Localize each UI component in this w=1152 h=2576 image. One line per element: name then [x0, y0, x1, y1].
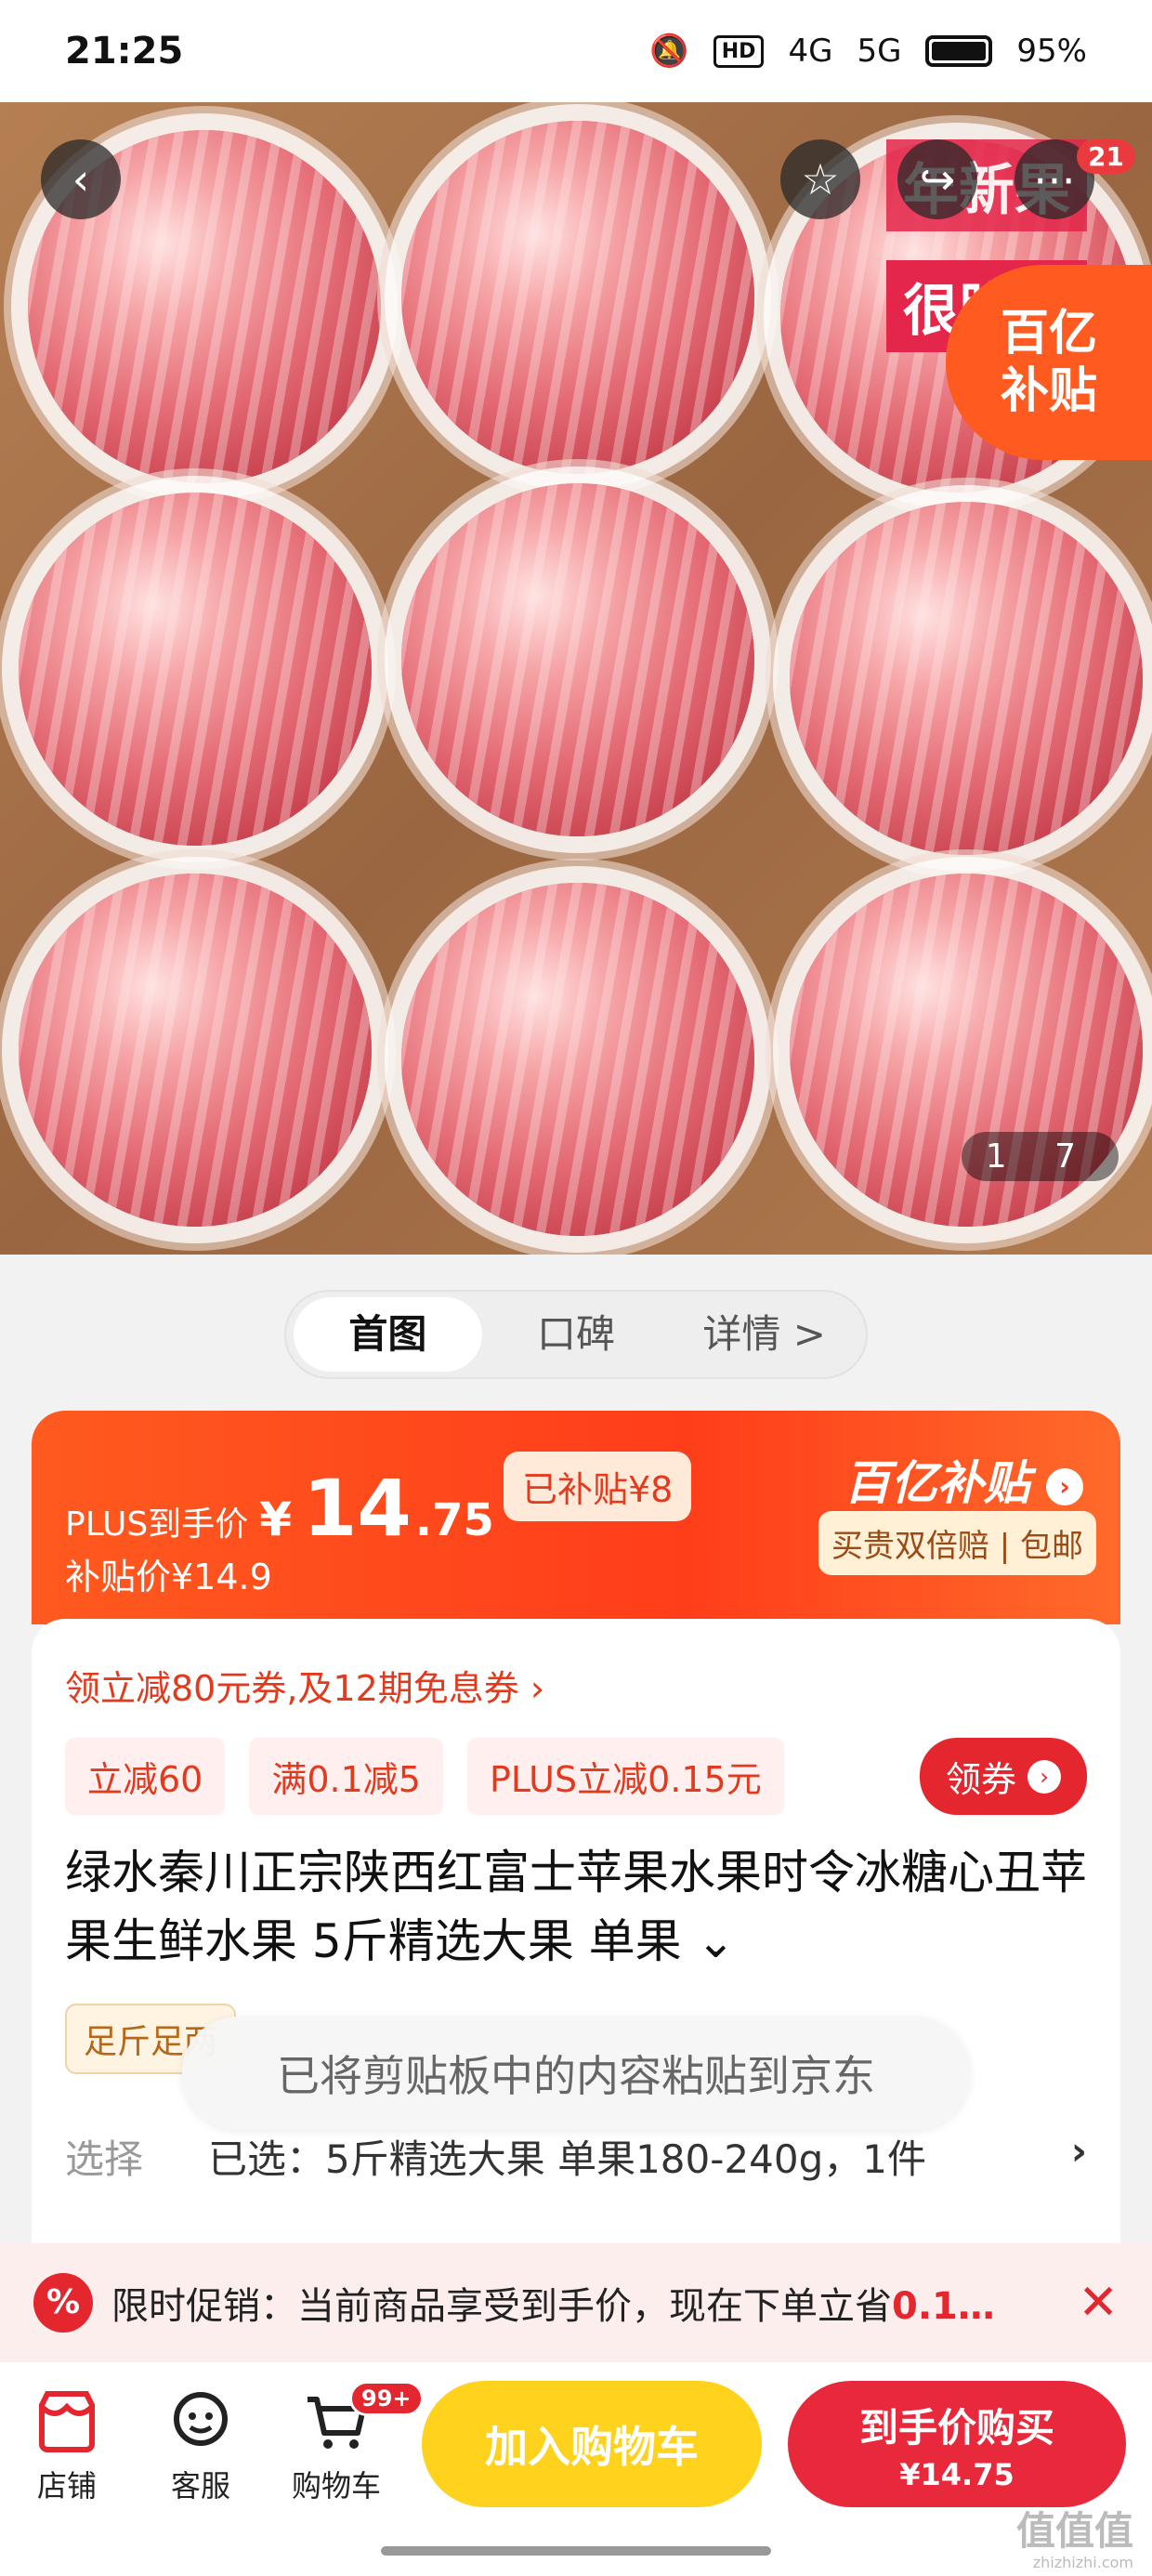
apple-image	[19, 493, 372, 846]
status-time: 21:25	[65, 30, 184, 72]
buy-now-button[interactable]: 到手价购买 ¥14.75	[788, 2381, 1126, 2507]
watermark: 值值值	[1015, 2508, 1133, 2554]
apple-image	[19, 874, 372, 1227]
discount-tags: 立减60 满0.1减5 PLUS立减0.15元	[65, 1738, 784, 1815]
subsidy-badge-line2: 补贴	[1000, 363, 1097, 419]
battery-level: 95%	[1016, 33, 1087, 70]
subsidy-badge-line1: 百亿	[1000, 305, 1097, 361]
home-indicator[interactable]	[381, 2546, 771, 2556]
discount-tag: PLUS立减0.15元	[466, 1738, 784, 1815]
chevron-right-icon: ›	[1046, 1467, 1083, 1505]
discount-tag: 立减60	[65, 1738, 226, 1815]
promo-message: 限时促销：当前商品享受到手价，现在下单立省	[111, 2285, 892, 2328]
customer-service-button[interactable]: 客服	[145, 2388, 256, 2505]
product-title: 绿水秦川正宗陕西红富士苹果水果时令冰糖心丑苹果生鲜水果 5斤精选大果 单果 ⌄	[65, 1846, 1087, 1968]
price-decimal: .75	[414, 1494, 494, 1546]
image-counter: 1 7	[961, 1132, 1119, 1181]
apple-image	[401, 883, 754, 1236]
apple-image	[401, 121, 754, 474]
add-to-cart-button[interactable]: 加入购物车	[422, 2381, 762, 2507]
signal-4g-icon: 4G	[788, 33, 833, 70]
buy-label: 到手价购买	[858, 2404, 1054, 2451]
product-image-gallery[interactable]: ‹ 年新果 很脆狠 ☆ ↪ ⋯ 21 百亿 补贴 1 7	[0, 102, 1152, 1255]
tab-reviews[interactable]: 口碑	[482, 1297, 671, 1372]
store-button[interactable]: 店铺	[11, 2388, 123, 2505]
battery-icon	[925, 35, 993, 67]
brand-subsidy-label: 百亿补贴	[844, 1456, 1030, 1510]
cart-label: 购物车	[291, 2468, 381, 2504]
share-button[interactable]: ↪	[897, 139, 977, 219]
subsidy-badge: 百亿 补贴	[946, 265, 1152, 460]
price-integer: 14	[302, 1463, 412, 1554]
coupon-offer-link[interactable]: 领立减80元券,及12期免息券 ›	[65, 1660, 544, 1711]
section-tabs: 首图 口碑 详情 >	[284, 1290, 868, 1379]
discount-tag: 满0.1减5	[249, 1738, 443, 1815]
tab-details[interactable]: 详情 >	[670, 1297, 858, 1372]
percent-icon: %	[33, 2273, 93, 2333]
cart-count-badge: 99+	[349, 2381, 424, 2416]
promo-bar[interactable]: % 限时促销：当前商品享受到手价，现在下单立省0.1… ✕	[0, 2243, 1152, 2362]
get-coupon-label: 领券	[945, 1759, 1016, 1800]
notification-badge: 21	[1077, 139, 1135, 174]
apple-image	[790, 502, 1143, 855]
clipboard-toast: 已将剪贴板中的内容粘贴到京东	[182, 2017, 970, 2130]
cart-button[interactable]: 购物车 99+	[281, 2381, 424, 2505]
chevron-left-icon: ‹	[72, 154, 90, 204]
status-icons: 🔕 HD 4G 5G 95%	[649, 33, 1087, 70]
buy-price: ¥14.75	[899, 2456, 1015, 2492]
get-coupon-button[interactable]: 领券 ›	[919, 1738, 1087, 1815]
select-value: 已选：5斤精选大果 单果180-240g，1件	[208, 2136, 926, 2182]
chat-icon	[174, 2392, 228, 2446]
currency-symbol: ¥	[259, 1492, 292, 1546]
subsidized-amount: 已补贴¥8	[504, 1452, 692, 1521]
bottom-action-bar: 店铺 客服 购物车 99+ 加入购物车 到手价购买 ¥14.75	[0, 2362, 1152, 2576]
tab-main-image[interactable]: 首图	[294, 1297, 482, 1372]
promo-text: 限时促销：当前商品享受到手价，现在下单立省0.1…	[111, 2276, 1022, 2330]
store-icon	[39, 2391, 95, 2452]
chevron-right-icon: ›	[1070, 2128, 1087, 2174]
favorite-button[interactable]: ☆	[780, 139, 860, 219]
price-line: PLUS到手价 ¥ 14 .75	[65, 1463, 494, 1554]
watermark-url: zhizhizhi.com	[1032, 2554, 1133, 2571]
status-bar: 21:25 🔕 HD 4G 5G 95%	[0, 0, 1152, 102]
promo-highlight: 0.1…	[892, 2285, 995, 2328]
service-label: 客服	[170, 2468, 230, 2504]
apple-image	[401, 483, 754, 836]
subsidy-price: 补贴价¥14.9	[65, 1557, 272, 1597]
select-label: 选择	[65, 2136, 144, 2182]
back-button[interactable]: ‹	[41, 139, 121, 219]
more-icon: ⋯	[1033, 154, 1076, 204]
hd-icon: HD	[713, 34, 765, 68]
mute-icon: 🔕	[649, 33, 689, 70]
plus-price-label: PLUS到手价	[65, 1505, 249, 1544]
store-label: 店铺	[36, 2468, 97, 2504]
signal-5g-icon: 5G	[857, 33, 902, 70]
share-icon: ↪	[919, 154, 956, 204]
brand-subsidy-link[interactable]: 百亿补贴 ›	[844, 1446, 1083, 1513]
chevron-right-icon: ›	[1028, 1759, 1061, 1794]
price-card: PLUS到手价 ¥ 14 .75 已补贴¥8 补贴价¥14.9 百亿补贴 › 买…	[32, 1411, 1120, 1624]
close-icon[interactable]: ✕	[1078, 2275, 1119, 2331]
guarantee-badge: 买贵双倍赔 | 包邮	[818, 1511, 1096, 1575]
product-info-card: 领立减80元券,及12期免息券 › 立减60 满0.1减5 PLUS立减0.15…	[32, 1619, 1120, 2251]
star-icon: ☆	[801, 154, 840, 204]
spec-select-row[interactable]: 选择 已选：5斤精选大果 单果180-240g，1件 ›	[65, 2128, 1087, 2185]
